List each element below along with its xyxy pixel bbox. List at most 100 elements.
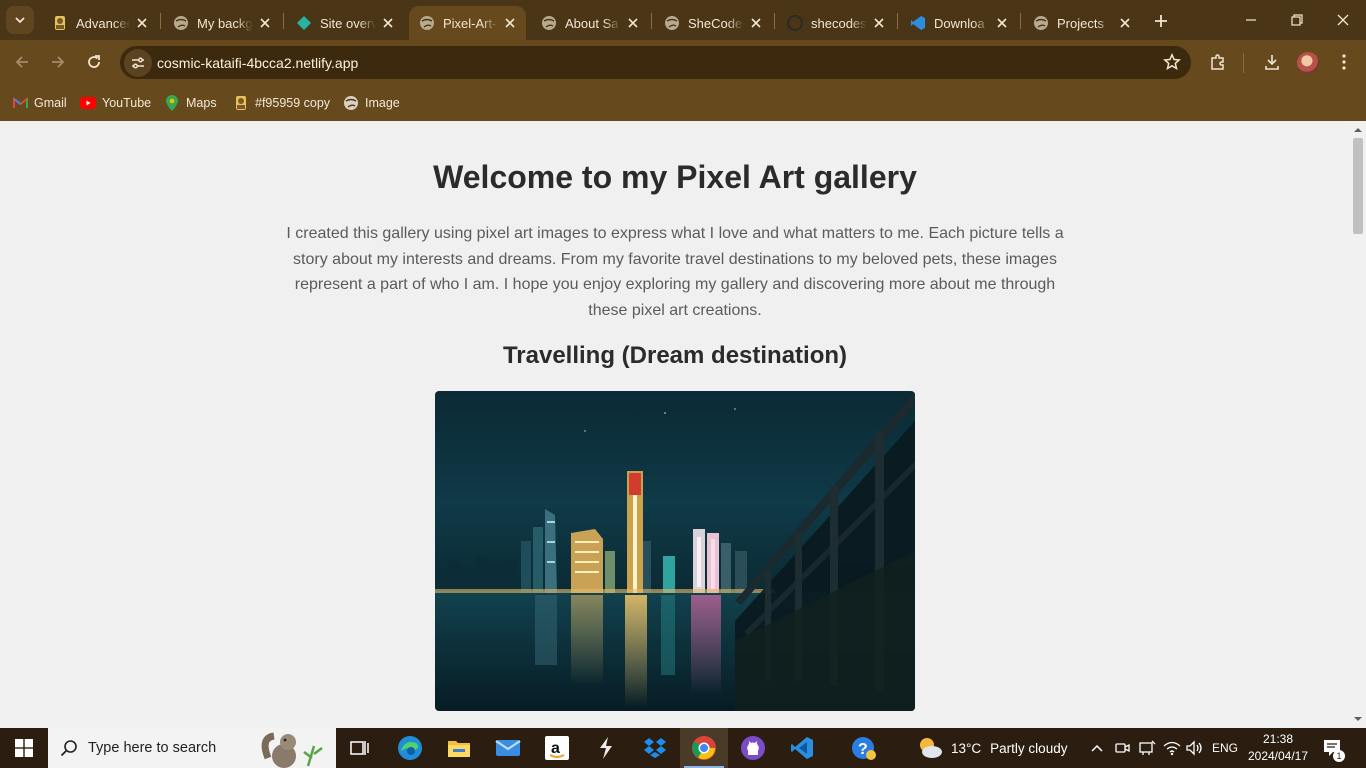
close-icon[interactable] [748, 15, 764, 31]
profile-avatar[interactable] [1297, 52, 1319, 74]
wifi-tray[interactable] [1163, 728, 1181, 768]
tab-my-background[interactable]: My backg [163, 6, 281, 40]
close-window-button[interactable] [1320, 0, 1366, 40]
bookmark-f95959-copy[interactable]: #f95959 copy [233, 92, 330, 114]
dropbox-app[interactable] [631, 728, 679, 768]
show-hidden-icons[interactable] [1090, 728, 1104, 768]
address-bar[interactable]: cosmic-kataifi-4bcca2.netlify.app [120, 46, 1191, 79]
bookmark-youtube[interactable]: YouTube [80, 92, 151, 114]
close-icon[interactable] [1117, 15, 1133, 31]
bookmark-star-icon[interactable] [1162, 52, 1182, 76]
url-text[interactable]: cosmic-kataifi-4bcca2.netlify.app [157, 55, 358, 71]
task-view-button[interactable] [336, 728, 384, 768]
chevron-down-icon [15, 17, 25, 24]
ethernet-icon [1139, 740, 1156, 755]
tab-pixel-art[interactable]: Pixel-Art- [409, 6, 526, 40]
arrow-right-icon [52, 56, 65, 68]
section-heading: Travelling (Dream destination) [502, 342, 848, 369]
meet-now-icon [1115, 743, 1130, 753]
close-icon[interactable] [257, 15, 273, 31]
intro-paragraph: I created this gallery using pixel art i… [286, 225, 1064, 320]
tab-site-overview[interactable]: Site overv [286, 6, 404, 40]
tab-title: SheCodes [688, 15, 744, 31]
amazon-app[interactable]: a [533, 728, 581, 768]
volume-tray[interactable] [1186, 728, 1204, 768]
back-button[interactable] [8, 48, 36, 76]
tab-shecodes[interactable]: SheCodes [654, 6, 772, 40]
close-icon [1337, 14, 1349, 26]
tab-shecodes-github[interactable]: shecodes [777, 6, 895, 40]
file-explorer-icon [448, 741, 470, 757]
bookmark-gmail[interactable]: Gmail [12, 92, 67, 114]
meet-now-tray[interactable] [1114, 728, 1130, 768]
tab-about[interactable]: About Sa [531, 6, 649, 40]
file-explorer-app[interactable] [435, 728, 483, 768]
netlify-icon [296, 15, 312, 31]
site-info-button[interactable] [124, 49, 152, 77]
scroll-down-icon[interactable] [1354, 715, 1362, 723]
close-icon[interactable] [871, 15, 887, 31]
new-tab-button[interactable] [1148, 8, 1174, 34]
volume-icon [1186, 740, 1202, 756]
lightning-app[interactable] [582, 728, 630, 768]
city-skyline-night-photo [435, 391, 915, 711]
arrow-left-icon [15, 56, 28, 68]
help-app[interactable]: ? [840, 728, 888, 768]
notification-count: 1 [1333, 750, 1345, 762]
close-icon[interactable] [502, 15, 518, 31]
github-icon [787, 15, 803, 31]
close-icon[interactable] [380, 15, 396, 31]
restore-button[interactable] [1274, 0, 1320, 40]
mail-app[interactable] [484, 728, 532, 768]
globe-icon [664, 15, 680, 31]
tab-projects[interactable]: Projects [1023, 6, 1141, 40]
gmail-icon [12, 95, 28, 111]
notification-center[interactable]: 1 [1322, 728, 1345, 768]
bookmark-image[interactable]: Image [343, 92, 400, 114]
taskbar-search[interactable]: Type here to search [48, 728, 336, 768]
maps-icon [164, 95, 180, 111]
close-icon[interactable] [134, 15, 150, 31]
page-scrollbar[interactable] [1350, 121, 1366, 728]
scroll-up-icon[interactable] [1354, 126, 1362, 134]
bookmark-maps[interactable]: Maps [164, 92, 217, 114]
tab-advanced[interactable]: Advanced [42, 6, 158, 40]
scrollbar-thumb[interactable] [1353, 138, 1363, 234]
tab-download[interactable]: Downloa [900, 6, 1018, 40]
search-placeholder: Type here to search [88, 740, 217, 756]
reload-button[interactable] [80, 48, 108, 76]
globe-icon [541, 15, 557, 31]
extensions-button[interactable] [1204, 48, 1232, 76]
downloads-button[interactable] [1258, 48, 1286, 76]
forward-button[interactable] [44, 48, 72, 76]
minimize-button[interactable] [1228, 0, 1274, 40]
vscode-app[interactable] [778, 728, 826, 768]
globe-icon [1033, 15, 1049, 31]
network-adapter-tray[interactable] [1138, 728, 1156, 768]
weather-widget[interactable]: 13°C Partly cloudy [916, 728, 1067, 768]
github-desktop-app[interactable] [729, 728, 777, 768]
bookmark-label: YouTube [102, 96, 152, 110]
globe-icon [343, 95, 359, 111]
chrome-menu-button[interactable] [1330, 48, 1358, 76]
start-button[interactable] [0, 728, 48, 768]
close-icon[interactable] [625, 15, 641, 31]
restore-icon [1291, 14, 1303, 26]
language-indicator[interactable]: ENG [1212, 728, 1238, 768]
weather-text: Partly cloudy [990, 740, 1068, 756]
globe-icon [173, 15, 189, 31]
minimize-icon [1246, 19, 1256, 21]
vscode-icon [791, 737, 813, 759]
edge-app[interactable] [386, 728, 434, 768]
lightning-app-icon [600, 737, 612, 759]
svg-text:a: a [551, 740, 560, 757]
puzzle-icon [1211, 54, 1224, 70]
tab-search-button[interactable] [6, 6, 34, 34]
bookmark-label: Gmail [34, 96, 67, 110]
more-vert-icon [1342, 54, 1346, 70]
search-icon [60, 740, 77, 757]
clock[interactable]: 21:38 2024/04/17 [1246, 731, 1310, 765]
close-icon[interactable] [994, 15, 1010, 31]
chrome-app[interactable] [680, 728, 728, 768]
user-avatar-icon [233, 95, 249, 111]
